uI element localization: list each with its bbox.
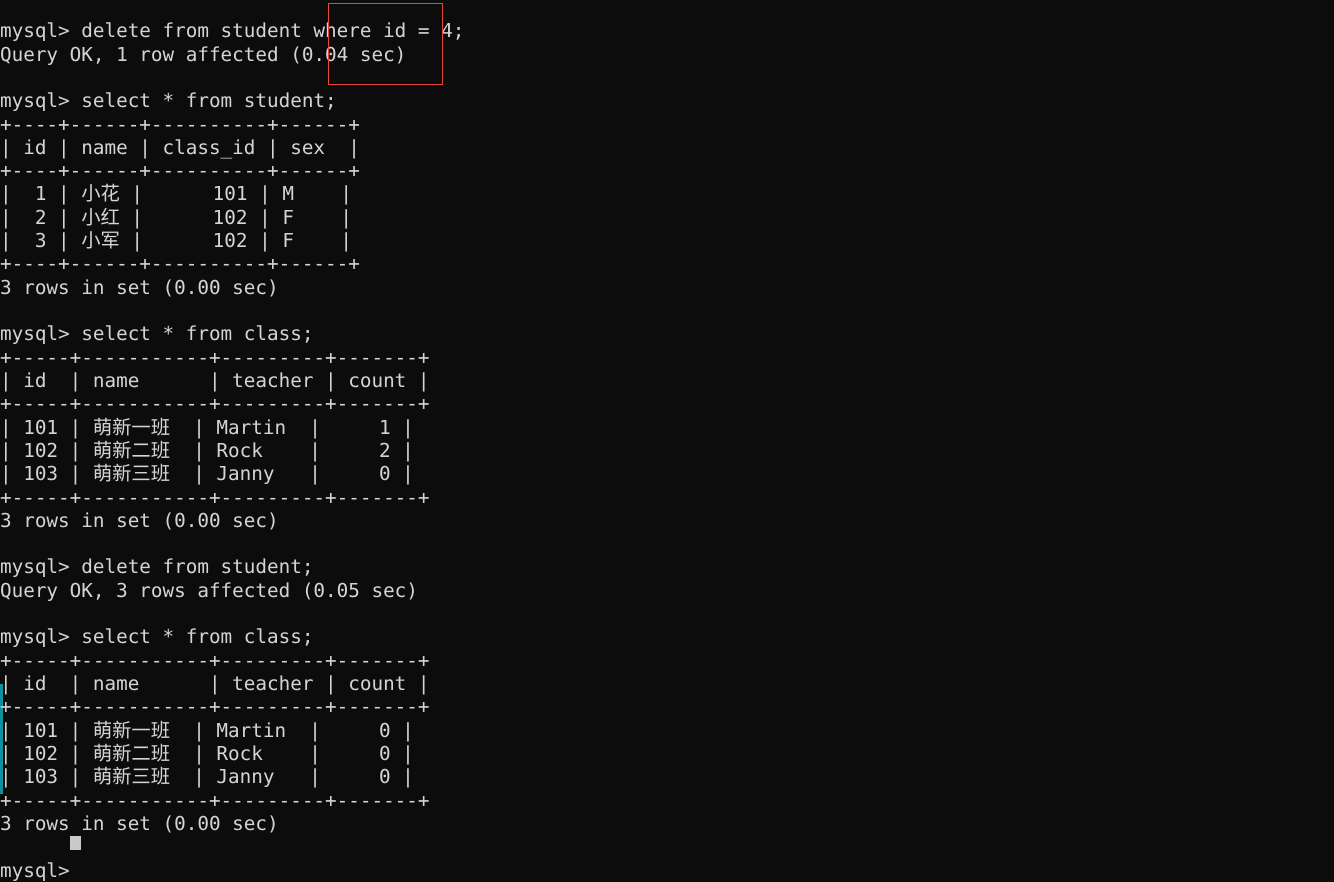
terminal-window[interactable]: mysql> delete from student where id = 4;… (0, 0, 1334, 882)
console-line: | 103 | 萌新三班 | Janny | 0 | (0, 462, 414, 486)
console-line: +-----+-----------+---------+-------+ (0, 648, 430, 672)
console-line: mysql> delete from student; (0, 555, 314, 579)
console-line: 3 rows in set (0.00 sec) (0, 811, 279, 835)
console-line: | 101 | 萌新一班 | Martin | 0 | (0, 718, 414, 742)
text-cursor (70, 836, 81, 850)
console-line: 3 rows in set (0.00 sec) (0, 508, 279, 532)
console-line: | 3 | 小军 | 102 | F | (0, 229, 352, 253)
console-line: mysql> select * from class; (0, 322, 314, 346)
console-line: +-----+-----------+---------+-------+ (0, 788, 430, 812)
console-line: | 2 | 小红 | 102 | F | (0, 205, 352, 229)
console-line: | 101 | 萌新一班 | Martin | 1 | (0, 415, 414, 439)
console-line: +----+------+----------+------+ (0, 252, 360, 276)
console-line: | 102 | 萌新二班 | Rock | 2 | (0, 438, 414, 462)
console-line: mysql> delete from student where id = 4; (0, 19, 465, 43)
console-line: | 103 | 萌新三班 | Janny | 0 | (0, 765, 414, 789)
console-line: +-----+-----------+---------+-------+ (0, 485, 430, 509)
console-line: | id | name | teacher | count | (0, 368, 430, 392)
console-line: 3 rows in set (0.00 sec) (0, 275, 279, 299)
console-output: mysql> delete from student where id = 4;… (0, 19, 1334, 882)
console-line: | id | name | teacher | count | (0, 672, 430, 696)
console-line: mysql> (0, 858, 82, 882)
console-line: +----+------+----------+------+ (0, 112, 360, 136)
console-line: mysql> select * from class; (0, 625, 314, 649)
console-line: mysql> select * from student; (0, 89, 337, 113)
console-line: Query OK, 1 row affected (0.04 sec) (0, 42, 407, 66)
console-line: +-----+-----------+---------+-------+ (0, 392, 430, 416)
console-line: +-----+-----------+---------+-------+ (0, 695, 430, 719)
console-line: Query OK, 3 rows affected (0.05 sec) (0, 578, 418, 602)
console-line: | 102 | 萌新二班 | Rock | 0 | (0, 741, 414, 765)
console-line: | 1 | 小花 | 101 | M | (0, 182, 352, 206)
console-line: +-----+-----------+---------+-------+ (0, 345, 430, 369)
console-line: | id | name | class_id | sex | (0, 135, 360, 159)
console-line: +----+------+----------+------+ (0, 159, 360, 183)
